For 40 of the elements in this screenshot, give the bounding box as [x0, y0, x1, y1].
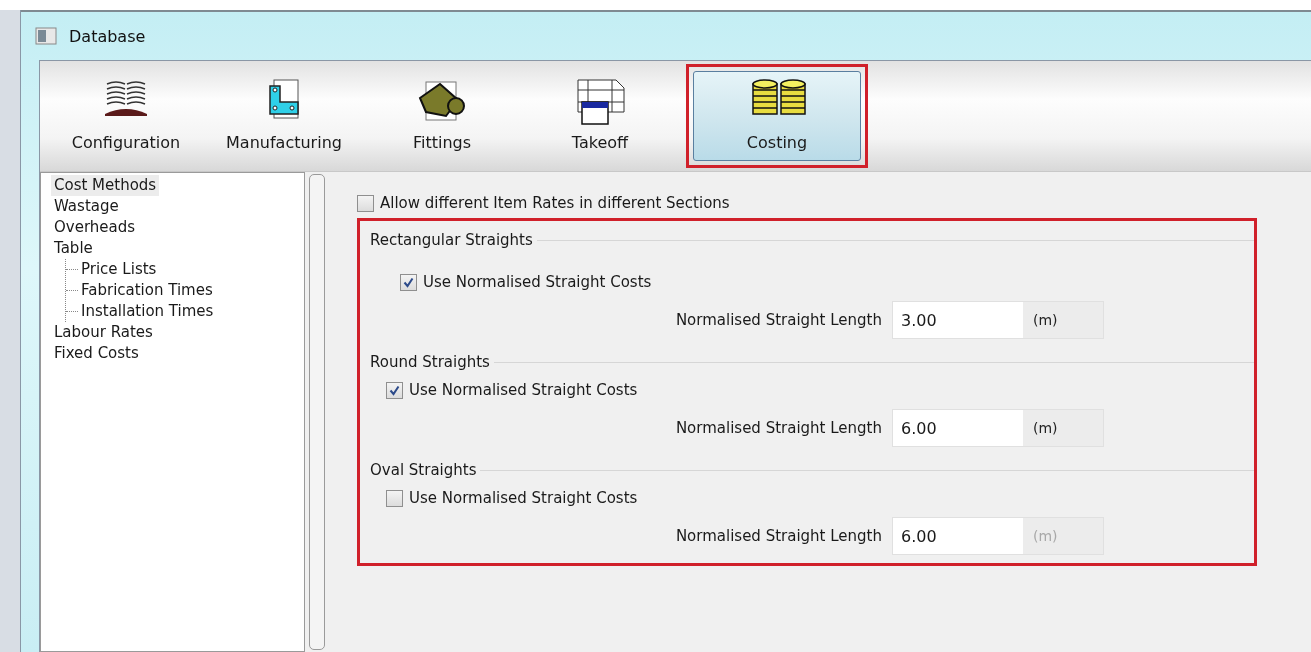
- tree-item[interactable]: Wastage: [51, 196, 122, 217]
- checkbox[interactable]: [357, 194, 374, 212]
- tree-item[interactable]: Fabrication Times: [78, 280, 216, 301]
- checkbox-label: Use Normalised Straight Costs: [423, 273, 652, 291]
- checkmark-icon: [389, 384, 400, 396]
- checkbox-label: Use Normalised Straight Costs: [409, 381, 638, 399]
- table-icon: [574, 78, 626, 126]
- toolbar-tab[interactable]: Takeoff: [535, 71, 665, 161]
- checkbox-label: Use Normalised Straight Costs: [409, 489, 638, 507]
- toolbar-tab[interactable]: Costing: [693, 71, 861, 161]
- book-icon: [103, 78, 149, 118]
- field-label: Normalised Straight Length: [675, 527, 882, 545]
- unit-label: (m): [1033, 420, 1059, 436]
- toolbar-tab[interactable]: Fittings: [377, 71, 507, 161]
- window-icon: [35, 27, 57, 45]
- checkbox[interactable]: [400, 273, 417, 291]
- tree-item[interactable]: Cost Methods: [51, 175, 160, 196]
- tree-item[interactable]: Installation Times: [78, 301, 217, 322]
- tree-item[interactable]: Table: [51, 238, 96, 259]
- splitter[interactable]: [309, 174, 325, 650]
- checkmark-icon: [403, 276, 414, 288]
- tree-item[interactable]: Labour Rates: [51, 322, 156, 343]
- fitting-icon: [416, 78, 468, 122]
- tree-item[interactable]: Fixed Costs: [51, 343, 142, 364]
- unit-label: (m): [1033, 528, 1059, 544]
- unit-label: (m): [1033, 312, 1059, 328]
- toolbar-tab[interactable]: Manufacturing: [219, 71, 349, 161]
- field-label: Normalised Straight Length: [675, 419, 882, 437]
- checkbox-label: Allow different Item Rates in different Sections: [380, 194, 730, 212]
- length-field[interactable]: 6.00 (m): [892, 409, 1104, 447]
- field-label: Normalised Straight Length: [675, 311, 882, 329]
- tree-item[interactable]: Overheads: [51, 217, 139, 238]
- window-title: Database: [69, 26, 146, 46]
- group-title: Oval Straights: [370, 461, 477, 479]
- checkbox[interactable]: [386, 381, 403, 399]
- tree-item[interactable]: Price Lists: [78, 259, 160, 280]
- length-field[interactable]: 3.00 (m): [892, 301, 1104, 339]
- group-title: Rectangular Straights: [370, 231, 533, 249]
- toolbar-tab[interactable]: Configuration: [61, 71, 191, 161]
- group-title: Round Straights: [370, 353, 490, 371]
